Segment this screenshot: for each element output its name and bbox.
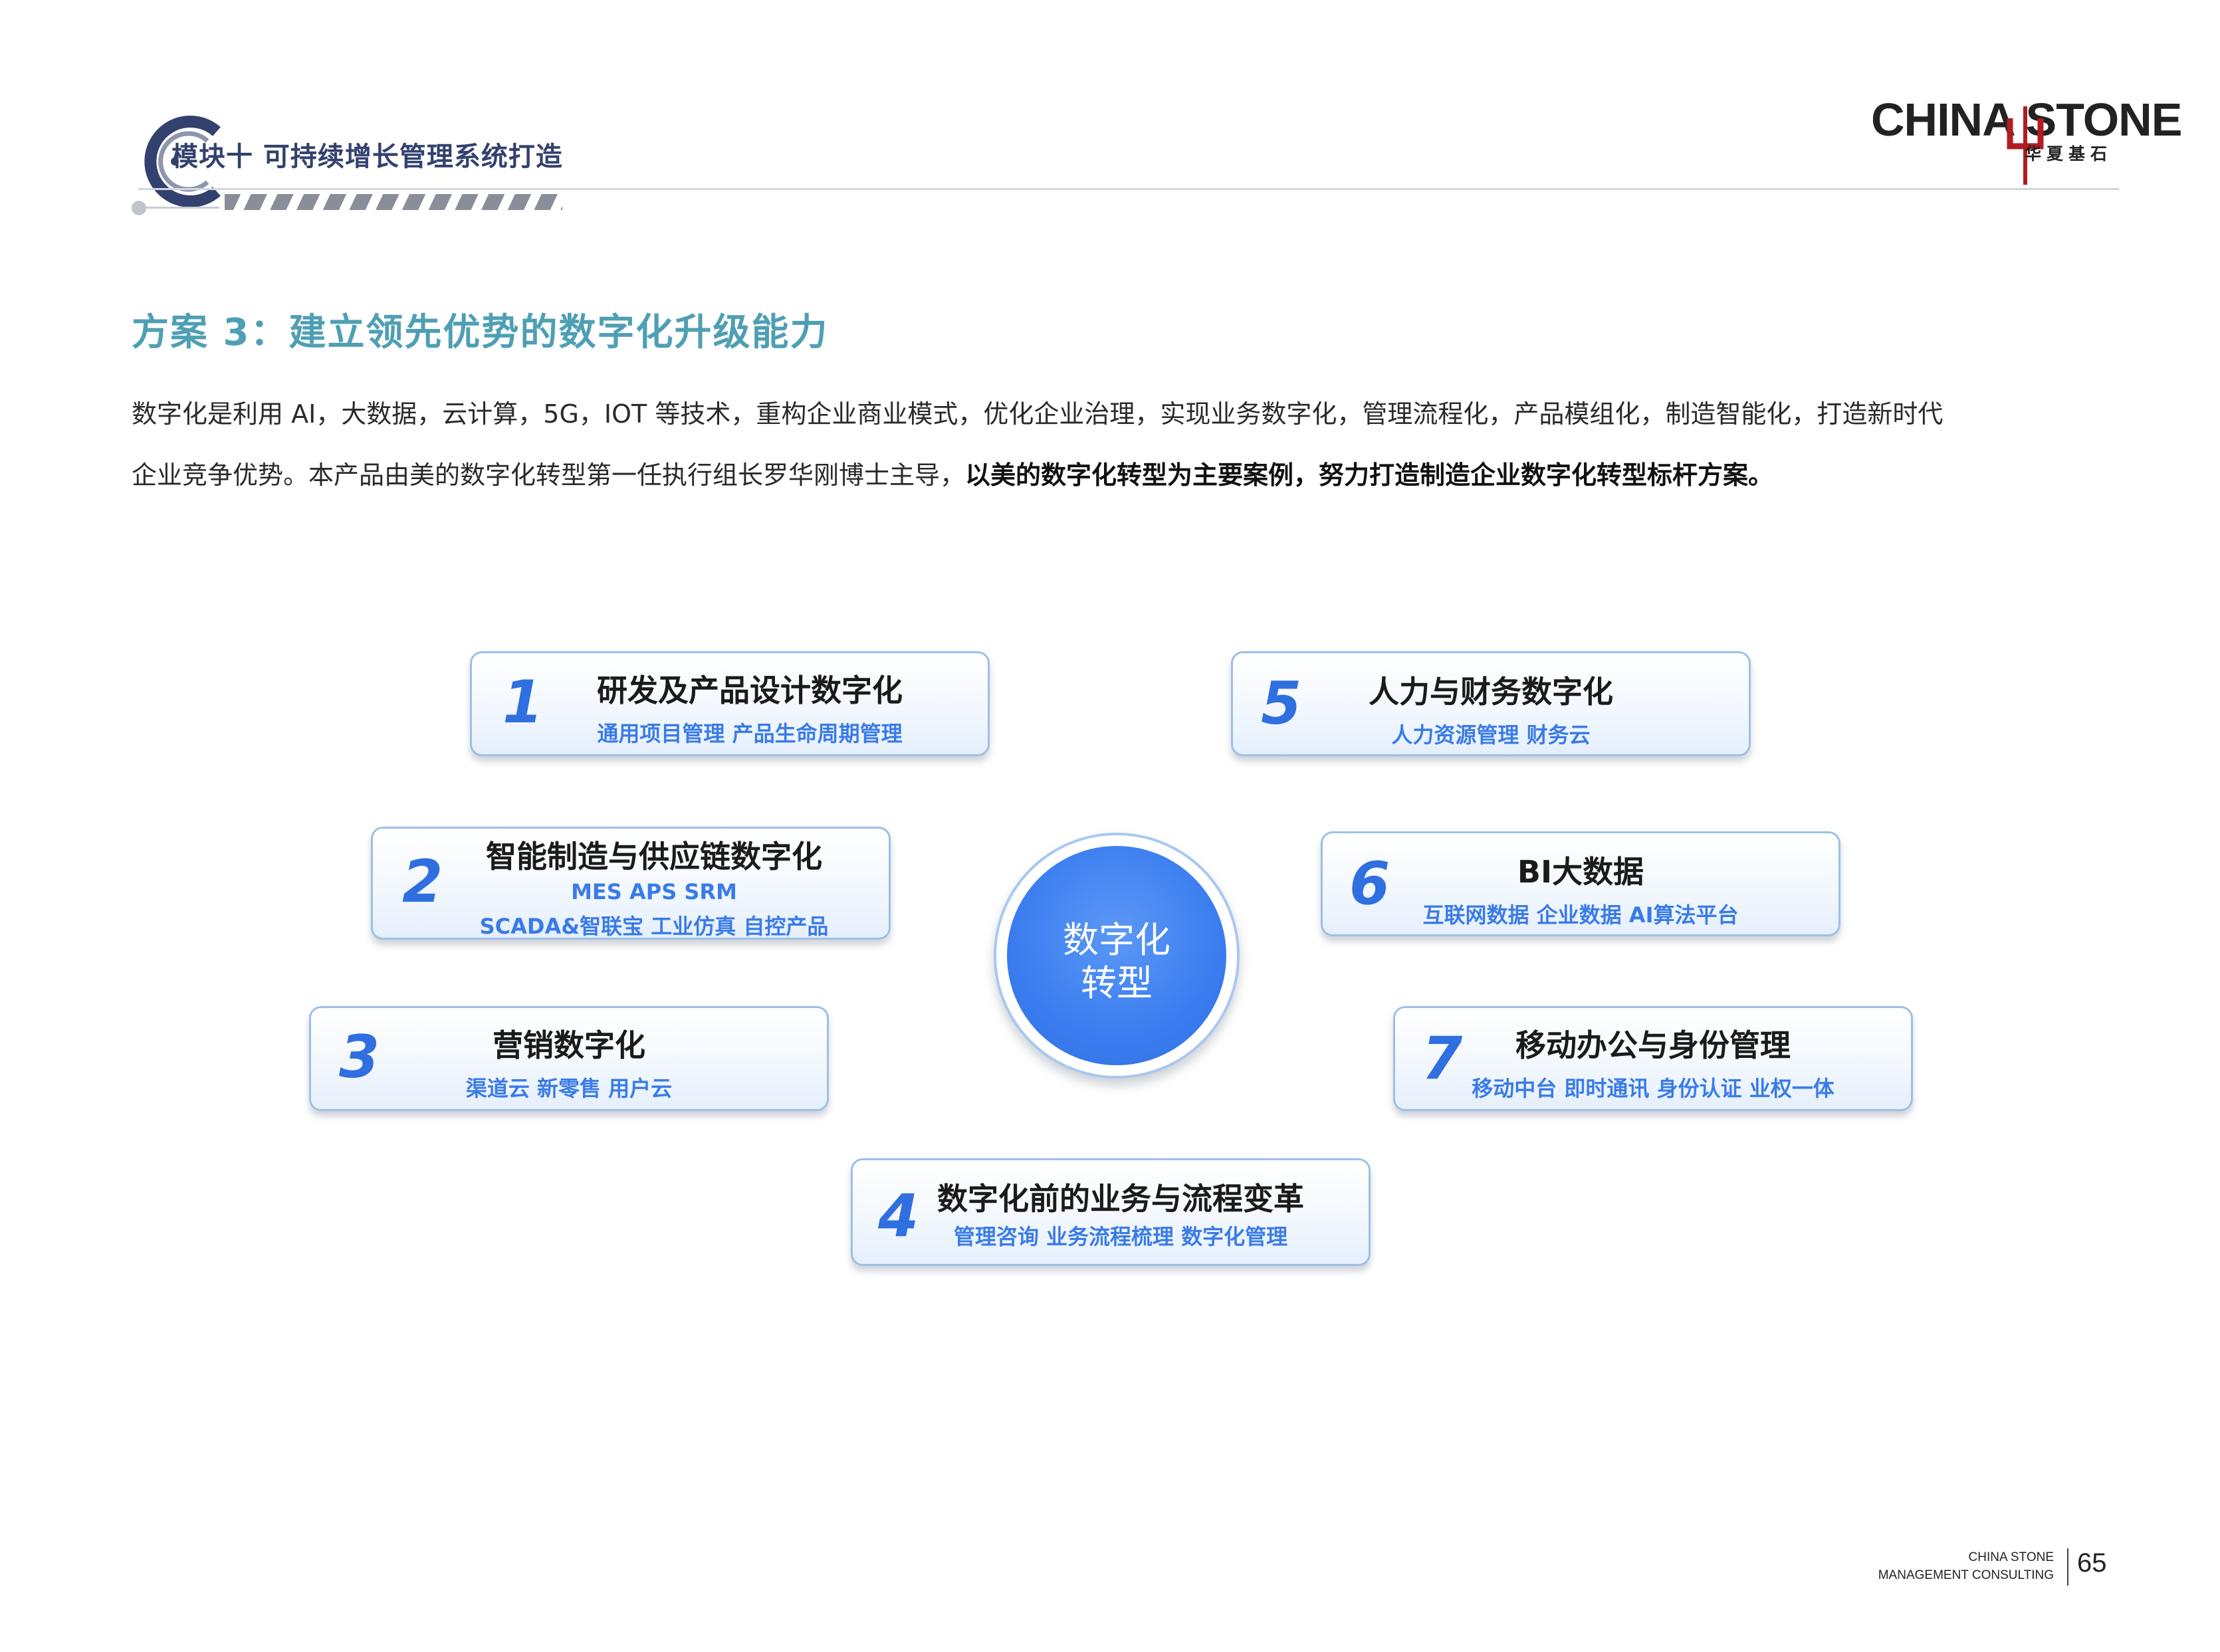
header-dot [132, 201, 146, 215]
card-title: 智能制造与供应链数字化 [486, 839, 822, 875]
card-hr-finance-digitalization: 5 人力与财务数字化 人力资源管理 财务云 [1231, 651, 1751, 756]
card-subtitle: 通用项目管理 产品生命周期管理 [597, 721, 903, 746]
card-title: 人力与财务数字化 [1369, 674, 1613, 710]
footer-company-line-1: CHINA STONE [1968, 1550, 2054, 1564]
card-subtitle: 管理咨询 业务流程梳理 数字化管理 [953, 1224, 1288, 1249]
card-subtitle-1: MES APS SRM [571, 879, 737, 904]
header-stripes [225, 194, 562, 210]
module-title: 模块十 可持续增长管理系统打造 [171, 142, 563, 172]
card-title: 研发及产品设计数字化 [597, 672, 903, 708]
intro-paragraph-bold: 以美的数字化转型为主要案例，努力打造制造企业数字化转型标杆方案。 [965, 461, 1774, 490]
card-subtitle: 互联网数据 企业数据 AI算法平台 [1422, 902, 1739, 928]
header-thin-line [146, 207, 219, 209]
card-business-process-reform: 4 数字化前的业务与流程变革 管理咨询 业务流程梳理 数字化管理 [851, 1158, 1371, 1266]
card-subtitle: 移动中台 即时通讯 身份认证 业权一体 [1472, 1076, 1834, 1101]
card-mobile-office-identity: 7 移动办公与身份管理 移动中台 即时通讯 身份认证 业权一体 [1393, 1006, 1913, 1111]
card-bi-big-data: 6 BI大数据 互联网数据 企业数据 AI算法平台 [1321, 831, 1840, 936]
card-rd-digitalization: 1 研发及产品设计数字化 通用项目管理 产品生命周期管理 [470, 651, 990, 756]
intro-paragraph-plain: 企业竞争优势。本产品由美的数字化转型第一任执行组长罗华刚博士主导， [132, 461, 966, 490]
footer-company-line-2: MANAGEMENT CONSULTING [1878, 1568, 2054, 1582]
card-manufacturing-supply-chain: 2 智能制造与供应链数字化 MES APS SRM SCADA&智联宝 工业仿真… [371, 827, 891, 940]
plan-heading: 方案 3：建立领先优势的数字化升级能力 [132, 311, 829, 354]
card-subtitle-2: SCADA&智联宝 工业仿真 自控产品 [479, 914, 829, 939]
brand-subtitle: 华夏基石 [2025, 144, 2113, 163]
card-title: 营销数字化 [493, 1027, 645, 1063]
header-divider [138, 188, 2119, 190]
footer-divider [2067, 1548, 2068, 1586]
card-title: 移动办公与身份管理 [1515, 1027, 1791, 1063]
card-subtitle: 渠道云 新零售 用户云 [465, 1076, 673, 1101]
intro-paragraph-line-2: 企业竞争优势。本产品由美的数字化转型第一任执行组长罗华刚博士主导，以美的数字化转… [132, 455, 2112, 491]
card-title: 数字化前的业务与流程变革 [937, 1181, 1304, 1217]
card-title: BI大数据 [1517, 854, 1644, 890]
center-label-line-2: 转型 [1081, 962, 1153, 1004]
intro-paragraph-line-1: 数字化是利用 AI，大数据，云计算，5G，IOT 等技术，重构企业商业模式，优化… [132, 399, 1943, 429]
page-number: 65 [2077, 1548, 2107, 1578]
card-marketing-digitalization: 3 营销数字化 渠道云 新零售 用户云 [309, 1006, 829, 1111]
card-subtitle: 人力资源管理 财务云 [1391, 722, 1591, 748]
